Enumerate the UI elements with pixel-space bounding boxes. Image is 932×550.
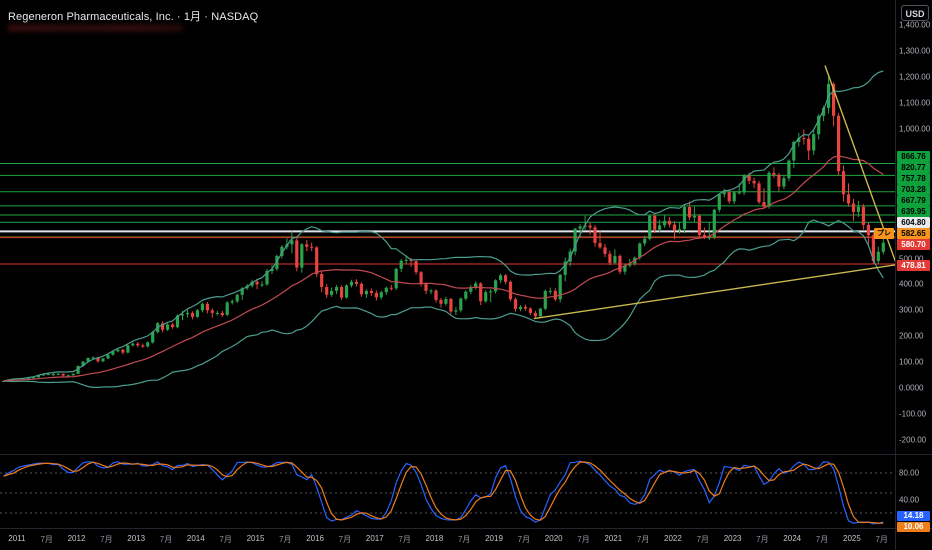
currency-toggle-button[interactable]: USD xyxy=(901,5,929,21)
price-axis-divider xyxy=(895,0,896,550)
price-pane[interactable] xyxy=(0,0,896,459)
price-tick: 400.00 xyxy=(899,280,923,289)
time-tick: 7月 xyxy=(398,534,410,545)
time-tick: 7月 xyxy=(279,534,291,545)
time-tick: 2011 xyxy=(8,534,25,543)
time-tick: 7月 xyxy=(458,534,470,545)
price-level-label[interactable]: 703.28 xyxy=(897,184,930,195)
moving-average-line xyxy=(4,156,884,381)
time-tick: 7月 xyxy=(756,534,768,545)
stochastic-pane[interactable] xyxy=(0,455,896,533)
price-level-label[interactable]: 478.81 xyxy=(897,260,930,271)
stoch-k-value-badge: 14.18 xyxy=(897,511,930,521)
time-tick: 2013 xyxy=(127,534,145,543)
price-tick: 200.00 xyxy=(899,332,923,341)
stochastic-chart[interactable] xyxy=(0,455,896,528)
candles xyxy=(2,74,885,382)
time-tick: 7月 xyxy=(697,534,709,545)
time-tick: 2018 xyxy=(425,534,443,543)
time-tick: 7月 xyxy=(100,534,112,545)
price-tick: 100.00 xyxy=(899,358,923,367)
symbol-title[interactable]: Regeneron Pharmaceuticals, Inc. · 1月 · N… xyxy=(8,8,258,24)
price-level-label[interactable]: 667.79 xyxy=(897,195,930,206)
time-axis-divider xyxy=(0,528,932,529)
upper-band-line xyxy=(4,71,884,381)
time-tick: 2015 xyxy=(247,534,265,543)
time-tick: 7月 xyxy=(339,534,351,545)
time-tick: 7月 xyxy=(219,534,231,545)
time-tick: 7月 xyxy=(577,534,589,545)
trendline xyxy=(534,265,896,319)
time-tick: 2012 xyxy=(68,534,86,543)
time-tick: 7月 xyxy=(40,534,52,545)
price-level-label[interactable]: 639.95 xyxy=(897,206,930,217)
price-level-label[interactable]: 582.65 xyxy=(897,228,930,239)
price-tick: 0.0000 xyxy=(899,384,923,393)
premarket-price-tag[interactable]: プレ xyxy=(874,228,894,239)
stoch-tick: 80.00 xyxy=(899,469,919,478)
time-tick: 7月 xyxy=(518,534,530,545)
stoch-tick: 40.00 xyxy=(899,495,919,504)
price-level-label[interactable]: 604.80 xyxy=(897,217,930,228)
price-tick: -100.00 xyxy=(899,409,926,418)
time-tick: 2024 xyxy=(783,534,801,543)
trading-chart-window: 1,400.00 1,300.00 1,200.00 1,100.00 1,000.00… xyxy=(0,0,932,550)
time-tick: 7月 xyxy=(160,534,172,545)
price-tick: 1,000.00 xyxy=(899,125,930,134)
time-tick: 2025 xyxy=(843,534,861,543)
time-tick: 2014 xyxy=(187,534,205,543)
price-tick: 300.00 xyxy=(899,306,923,315)
ohlc-readout-blurred xyxy=(8,24,183,32)
time-tick: 2020 xyxy=(545,534,563,543)
candlestick-chart[interactable] xyxy=(0,0,896,454)
time-tick: 2022 xyxy=(664,534,682,543)
price-level-label[interactable]: 757.78 xyxy=(897,173,930,184)
price-level-label[interactable]: 580.70 xyxy=(897,239,930,250)
price-tick: 1,200.00 xyxy=(899,73,930,82)
time-tick: 2017 xyxy=(366,534,384,543)
price-level-label[interactable]: 866.76 xyxy=(897,151,930,162)
time-tick: 2016 xyxy=(306,534,324,543)
time-tick: 2021 xyxy=(604,534,622,543)
time-tick: 7月 xyxy=(875,534,887,545)
level-lines xyxy=(0,164,896,265)
time-tick: 2019 xyxy=(485,534,503,543)
price-tick: 1,100.00 xyxy=(899,99,930,108)
price-tick: 1,400.00 xyxy=(899,21,930,30)
price-tick: 1,300.00 xyxy=(899,47,930,56)
pane-divider[interactable] xyxy=(0,454,932,455)
time-tick: 7月 xyxy=(637,534,649,545)
time-tick: 7月 xyxy=(816,534,828,545)
time-tick: 2023 xyxy=(724,534,742,543)
stoch-d-value-badge: 10.06 xyxy=(897,522,930,532)
price-tick: -200.00 xyxy=(899,435,926,444)
price-level-label[interactable]: 820.77 xyxy=(897,162,930,173)
